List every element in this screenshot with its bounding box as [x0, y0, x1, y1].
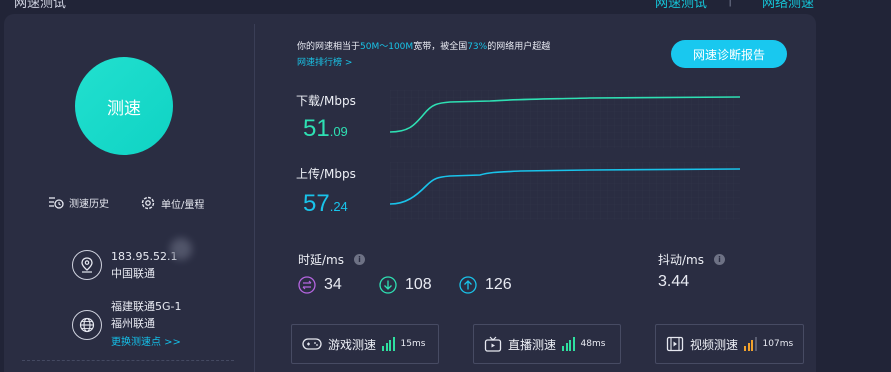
diagnosis-report-button[interactable]: 网速诊断报告 [671, 40, 787, 68]
summary-percent: 73% [467, 42, 488, 52]
latency-down: 108 [379, 276, 432, 294]
jitter-title: 抖动/ms i [658, 251, 725, 268]
gear-icon [141, 196, 155, 210]
summary-middle: 宽带，被全国 [413, 42, 468, 52]
node-city: 福州联通 [111, 317, 155, 330]
game-speedtest-label: 游戏测速 [328, 337, 377, 352]
arrow-up-icon [459, 276, 477, 294]
speed-ranking-link[interactable]: 网速排行榜 > [297, 55, 352, 68]
live-speedtest-label: 直播测速 [508, 337, 557, 352]
upload-label: 上传/Mbps [296, 167, 356, 181]
divider [22, 360, 234, 361]
download-chart [389, 90, 741, 148]
film-icon [666, 336, 684, 352]
live-speedtest-button[interactable]: 直播测速 48ms [473, 324, 621, 364]
video-speedtest-button[interactable]: 视频测速 107ms [655, 324, 804, 364]
column-divider [254, 24, 255, 372]
latency-title: 时延/ms i [298, 251, 365, 268]
isp-name: 中国联通 [111, 267, 155, 280]
signal-bars-icon [744, 337, 757, 351]
latency-up: 126 [459, 276, 512, 294]
signal-bars-icon [382, 337, 395, 351]
tv-icon [484, 336, 502, 352]
video-speedtest-label: 视频测速 [690, 337, 739, 352]
up-latency-value: 126 [485, 276, 512, 293]
blurred-ip-mask [170, 238, 192, 260]
history-button[interactable]: 测速历史 [48, 195, 109, 210]
latency-ping: 34 [298, 276, 342, 294]
node-name: 福建联通5G-1 [111, 300, 182, 313]
ping-value: 34 [324, 276, 342, 293]
gamepad-icon [302, 338, 322, 350]
latency-info-icon[interactable]: i [354, 254, 365, 265]
top-separator: | [728, 0, 732, 7]
download-value: 51.09 [303, 115, 348, 143]
upload-chart [389, 162, 741, 220]
top-link-1[interactable]: 网速测试 [655, 0, 707, 11]
live-latency: 48ms [580, 339, 606, 349]
jitter-info-icon[interactable]: i [714, 254, 725, 265]
local-ip-info: 183.95.52.1 中国联通 [72, 248, 177, 282]
down-latency-value: 108 [405, 276, 432, 293]
download-dec: .09 [329, 124, 348, 139]
upload-dec: .24 [329, 199, 348, 214]
unit-range-label: 单位/量程 [161, 199, 205, 211]
speedtest-panel: 测速 测速历史 单位/量程 183.95.52.1 中国联通 福建联通5G-1 … [4, 14, 816, 372]
history-icon [49, 196, 64, 209]
summary-prefix: 你的网速相当于 [297, 42, 361, 52]
page-title: 网速测试 [14, 0, 67, 11]
summary-bandwidth: 50M～100M [360, 42, 414, 52]
summary-suffix: 的网络用户超越 [487, 42, 551, 52]
download-int: 51 [303, 115, 330, 142]
jitter-title-text: 抖动/ms [658, 253, 704, 267]
ip-address: 183.95.52.1 [111, 250, 178, 263]
video-latency: 107ms [762, 339, 794, 349]
change-node-link[interactable]: 更换测速点 >> [111, 334, 182, 351]
start-speedtest-button[interactable]: 测速 [75, 57, 173, 155]
arrow-down-icon [379, 276, 397, 294]
upload-value: 57.24 [303, 190, 348, 218]
top-bar: 网速测试 网速测试 | 网络测速 [0, 0, 891, 11]
top-link-2[interactable]: 网络测速 [762, 0, 814, 11]
game-latency: 15ms [400, 339, 426, 349]
ping-icon [298, 276, 316, 294]
unit-range-button[interactable]: 单位/量程 [140, 195, 204, 211]
signal-bars-icon [562, 337, 575, 351]
download-label: 下载/Mbps [296, 94, 356, 108]
left-column: 测速 测速历史 单位/量程 183.95.52.1 中国联通 福建联通5G-1 … [4, 14, 254, 372]
latency-title-text: 时延/ms [298, 253, 344, 267]
test-node-info: 福建联通5G-1 福州联通 更换测速点 >> [72, 298, 182, 351]
speed-summary: 你的网速相当于50M～100M宽带，被全国73%的网络用户超越 [297, 39, 550, 52]
game-speedtest-button[interactable]: 游戏测速 15ms [291, 324, 439, 364]
upload-int: 57 [303, 190, 330, 217]
location-pin-icon [72, 250, 102, 280]
jitter-value: 3.44 [658, 273, 690, 290]
globe-icon [72, 309, 102, 340]
history-label: 测速历史 [69, 199, 109, 210]
